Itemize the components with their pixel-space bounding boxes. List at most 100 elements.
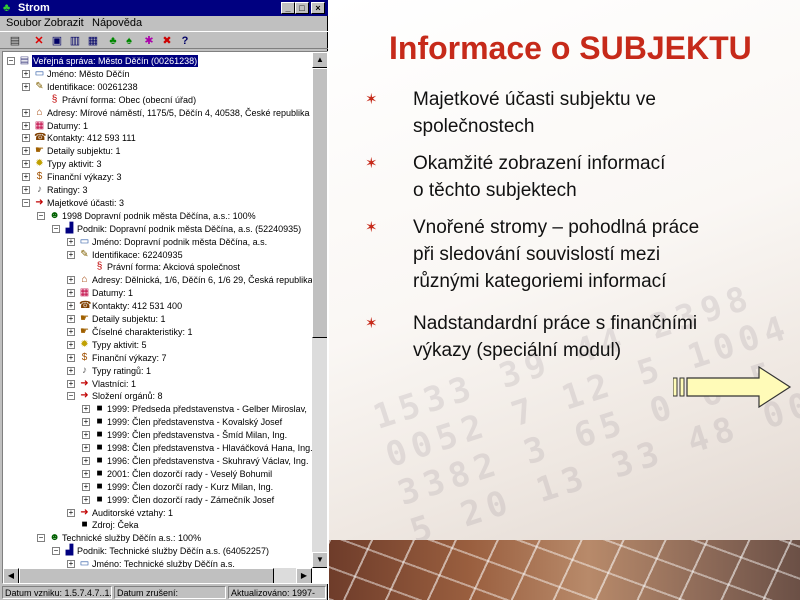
expand-icon[interactable]: +	[22, 121, 30, 130]
tree-row[interactable]: − ➜ Majetkové účasti: 3	[3, 197, 312, 209]
expand-icon[interactable]: +	[82, 405, 90, 414]
tree-row[interactable]: + ■ 1999: Člen dozorčí rady - Zámečník Jos…	[3, 494, 312, 506]
expand-icon[interactable]: +	[22, 186, 30, 194]
tree-row[interactable]: + $ Finanční výkazy: 7	[3, 352, 312, 364]
expand-icon[interactable]: +	[82, 495, 90, 504]
tree-row[interactable]: + ✹ Typy aktivit: 3	[3, 158, 312, 170]
tree-row[interactable]: + ■ 2001: Člen dozorčí rady - Veselý Bohum…	[3, 468, 312, 480]
expand-icon[interactable]: +	[22, 108, 30, 117]
tree-row[interactable]: + ▦ Datumy: 1	[3, 287, 312, 299]
tree-row[interactable]: + ✎ Identifikace: 62240935	[3, 249, 312, 261]
help-icon[interactable]: ?	[178, 34, 192, 48]
tree-row[interactable]: § Právní forma: Obec (obecní úřad)	[3, 94, 312, 106]
expand-icon[interactable]: +	[67, 379, 75, 388]
minimize-button[interactable]: _	[281, 2, 295, 14]
expand-icon[interactable]: +	[82, 456, 90, 465]
tree-row[interactable]: − ▟ Podnik: Technické služby Děčín a.s. (6…	[3, 545, 312, 557]
tree-row[interactable]: − ➜ Složení orgánů: 8	[3, 390, 312, 402]
menu-soubor[interactable]: Soubor	[6, 16, 41, 30]
expand-icon[interactable]: +	[82, 482, 90, 491]
expand-icon[interactable]: +	[22, 69, 30, 78]
collapse-icon[interactable]: −	[37, 534, 45, 543]
expand-icon[interactable]: +	[67, 560, 75, 568]
tree-icon[interactable]: ♣	[106, 34, 120, 48]
expand-icon[interactable]: +	[22, 147, 30, 156]
next-arrow-icon[interactable]	[673, 366, 793, 408]
tree-row[interactable]: + ▭ Jméno: Město Děčín	[3, 68, 312, 80]
collapse-icon[interactable]: −	[22, 198, 30, 207]
expand-icon[interactable]: +	[22, 134, 30, 143]
print-icon[interactable]: ▤	[8, 34, 22, 48]
expand-icon[interactable]: +	[82, 431, 90, 440]
expand-icon[interactable]: +	[22, 173, 30, 182]
tree-row[interactable]: − ▟ Podnik: Dopravní podnik města Děčína, …	[3, 223, 312, 235]
tree-row[interactable]: § Právní forma: Akciová společnost	[3, 261, 312, 273]
tree-row[interactable]: + ■ 1999: Člen představenstva - Šmíd Milan…	[3, 429, 312, 441]
expand-icon[interactable]: +	[67, 327, 75, 336]
horizontal-scrollbar[interactable]: ◀ ▶	[3, 568, 312, 583]
tree-row[interactable]: + ■ 1999: Člen dozorčí rady - Kurz Milan, …	[3, 481, 312, 493]
vertical-scrollbar[interactable]: ▲ ▼	[312, 52, 327, 568]
expand-icon[interactable]: +	[67, 508, 75, 517]
tree-row[interactable]: + ⌂ Adresy: Dělnická, 1/6, Děčín 6, 1/6 29…	[3, 274, 312, 286]
expand-icon[interactable]: +	[67, 366, 75, 375]
tree-row[interactable]: − ▤ Veřejná správa: Město Děčín (00261238)	[3, 54, 312, 68]
scroll-right-icon[interactable]: ▶	[296, 568, 312, 583]
collapse-icon[interactable]: −	[52, 547, 60, 556]
tree-row[interactable]: + ☎ Kontakty: 412 531 400	[3, 300, 312, 312]
tree-row[interactable]: + ▭ Jméno: Dopravní podnik města Děčína, a…	[3, 236, 312, 248]
copy-icon[interactable]: ▥	[68, 34, 82, 48]
window-titlebar[interactable]: ♣ Strom _ □ ×	[0, 0, 328, 16]
document-icon[interactable]: ▣	[50, 34, 64, 48]
tree-row[interactable]: + ■ 1996: Člen představenstva - Skuhravý V…	[3, 455, 312, 467]
scroll-up-icon[interactable]: ▲	[312, 52, 327, 68]
expand-icon[interactable]: +	[67, 237, 75, 246]
tree-row[interactable]: + ✹ Typy aktivit: 5	[3, 339, 312, 351]
expand-icon[interactable]: +	[67, 250, 75, 259]
expand-icon[interactable]: +	[22, 82, 30, 91]
menu-zobrazit[interactable]: Zobrazit	[44, 16, 84, 30]
tree-row[interactable]: + ☛ Číselné charakteristiky: 1	[3, 326, 312, 338]
expand-icon[interactable]: +	[82, 469, 90, 478]
collapse-icon[interactable]: −	[67, 392, 75, 401]
close-button[interactable]: ×	[311, 2, 325, 14]
tree-row[interactable]: − ☻ 1998 Dopravní podnik města Děčína, a.s…	[3, 210, 312, 222]
tree-row[interactable]: − ☻ Technické služby Děčín a.s.: 100%	[3, 532, 312, 544]
tree-row[interactable]: + ☛ Detaily subjektu: 1	[3, 313, 312, 325]
tree-row[interactable]: + ♪ Ratingy: 3	[3, 184, 312, 196]
tree-row[interactable]: + ➜ Vlastníci: 1	[3, 378, 312, 390]
tree-row[interactable]: + ♪ Typy ratingů: 1	[3, 365, 312, 377]
tree-row[interactable]: ■ Zdroj: Čeka	[3, 519, 312, 531]
expand-icon[interactable]: +	[67, 276, 75, 285]
maximize-button[interactable]: □	[295, 2, 309, 14]
expand-icon[interactable]: +	[67, 289, 75, 298]
collapse-icon[interactable]: −	[7, 57, 15, 65]
branch-icon[interactable]: ♠	[122, 34, 136, 48]
delete-icon[interactable]: ✕	[32, 34, 46, 48]
tree-row[interactable]: + $ Finanční výkazy: 3	[3, 171, 312, 183]
tree-row[interactable]: + ☎ Kontakty: 412 593 111	[3, 132, 312, 144]
tree-row[interactable]: + ➜ Auditorské vztahy: 1	[3, 507, 312, 519]
expand-icon[interactable]: +	[67, 340, 75, 349]
tools-icon[interactable]: ✖	[160, 34, 174, 48]
tree-row[interactable]: + ■ 1999: Předseda představenstva - Gelber…	[3, 403, 312, 415]
expand-icon[interactable]: +	[82, 444, 90, 452]
tree-row[interactable]: + ▭ Jméno: Technické služby Děčín a.s.	[3, 558, 312, 568]
tree-view[interactable]: − ▤ Veřejná správa: Město Děčín (00261238)…	[2, 51, 328, 584]
tree-row[interactable]: + ✎ Identifikace: 00261238	[3, 81, 312, 93]
expand-icon[interactable]: +	[67, 353, 75, 362]
expand-icon[interactable]: +	[82, 418, 90, 427]
expand-icon[interactable]: +	[22, 160, 30, 169]
scroll-left-icon[interactable]: ◀	[3, 568, 19, 583]
expand-icon[interactable]: +	[67, 315, 75, 323]
tree-row[interactable]: + ■ 1999: Člen představenstva - Kovalský J…	[3, 416, 312, 428]
collapse-icon[interactable]: −	[52, 224, 60, 233]
scroll-down-icon[interactable]: ▼	[312, 552, 327, 568]
tree-row[interactable]: + ▦ Datumy: 1	[3, 120, 312, 132]
settings-icon[interactable]: ✱	[142, 34, 156, 48]
tree-row[interactable]: + ⌂ Adresy: Mírové náměstí, 1175/5, Děčín …	[3, 107, 312, 119]
expand-icon[interactable]: +	[67, 302, 75, 311]
window-icon[interactable]: ▦	[86, 34, 100, 48]
hscroll-thumb[interactable]	[19, 568, 274, 583]
collapse-icon[interactable]: −	[37, 211, 45, 220]
